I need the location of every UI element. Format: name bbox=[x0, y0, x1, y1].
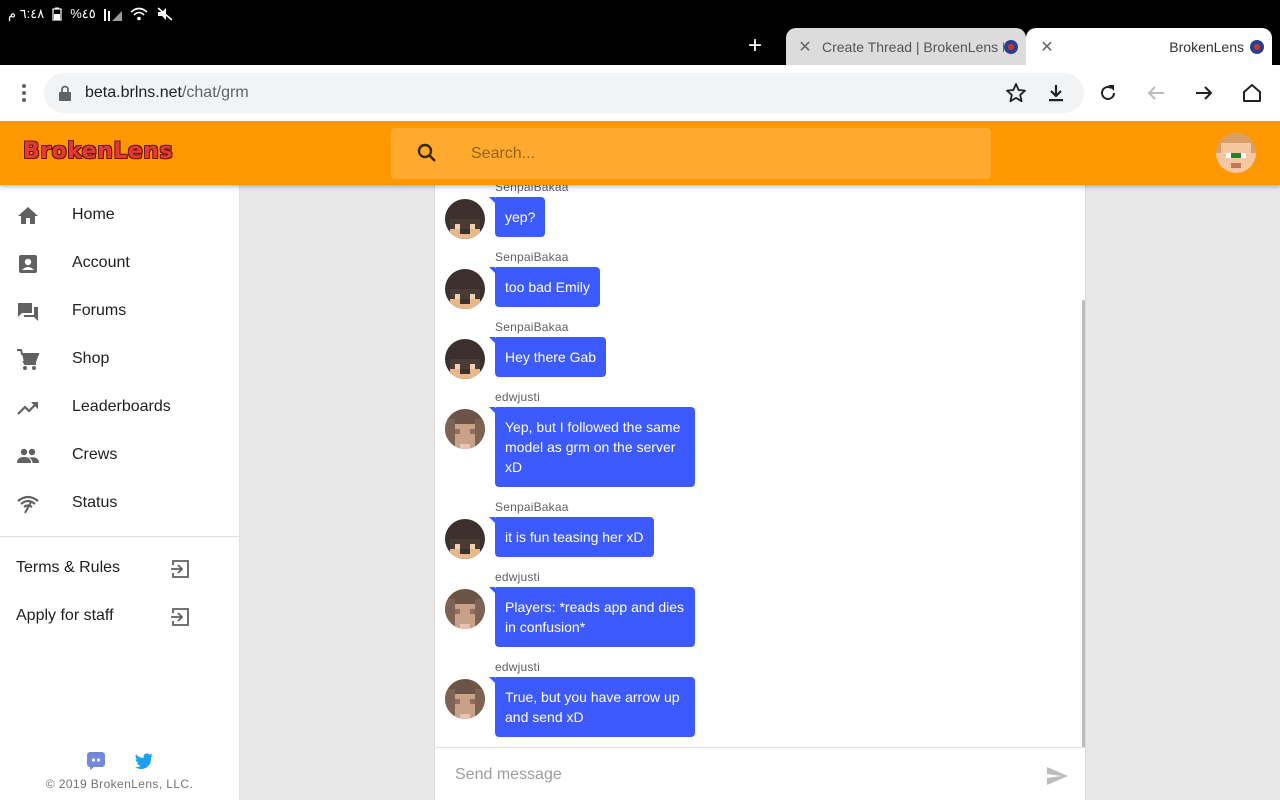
avatar[interactable] bbox=[445, 679, 485, 719]
mute-icon bbox=[156, 7, 174, 21]
trending-icon bbox=[16, 396, 40, 420]
status-time: ٦:٤٨ م bbox=[8, 6, 45, 21]
message-author[interactable]: SenpaiBakaa bbox=[495, 250, 569, 264]
close-icon[interactable]: ✕ bbox=[1036, 37, 1058, 57]
close-icon[interactable]: ✕ bbox=[794, 37, 816, 57]
forward-icon[interactable] bbox=[1192, 81, 1216, 105]
message-input[interactable] bbox=[455, 763, 1015, 787]
favicon-icon bbox=[1004, 39, 1018, 54]
url-domain: beta.brlns.net bbox=[85, 84, 182, 101]
twitter-icon[interactable] bbox=[134, 751, 154, 771]
exit-to-app-icon bbox=[168, 605, 192, 629]
tab-create-thread[interactable]: ✕ Create Thread | BrokenLens Forums bbox=[786, 28, 1026, 65]
sidebar-nav: Home Account Forums Shop Leaderboards Cr… bbox=[0, 185, 240, 800]
new-tab-button[interactable]: + bbox=[742, 34, 768, 60]
chat-scrollbar[interactable] bbox=[1082, 300, 1085, 748]
message-author[interactable]: SenpaiBakaa bbox=[495, 320, 569, 334]
people-icon bbox=[16, 444, 40, 468]
sidebar-item-label: Forums bbox=[72, 302, 127, 319]
search-input[interactable] bbox=[471, 142, 971, 166]
sidebar-item-label: Account bbox=[72, 254, 130, 271]
battery-icon bbox=[52, 7, 62, 21]
sidebar-item-account[interactable]: Account bbox=[0, 240, 239, 288]
browser-tab-strip: + ✕ Create Thread | BrokenLens Forums ✕ … bbox=[0, 28, 1280, 65]
sidebar-item-forums[interactable]: Forums bbox=[0, 288, 239, 336]
address-bar[interactable]: beta.brlns.net/chat/grm bbox=[44, 73, 1084, 113]
tab-title: BrokenLens bbox=[1169, 38, 1244, 55]
sidebar-item-label: Shop bbox=[72, 350, 110, 367]
account-icon bbox=[16, 252, 40, 276]
download-icon[interactable] bbox=[1044, 81, 1068, 105]
exit-to-app-icon bbox=[168, 557, 192, 581]
avatar[interactable] bbox=[445, 269, 485, 309]
sidebar-item-label: Home bbox=[72, 206, 115, 223]
discord-icon[interactable] bbox=[86, 751, 106, 771]
sidebar-item-label: Leaderboards bbox=[72, 398, 171, 415]
apply-staff-link[interactable]: Apply for staff bbox=[0, 593, 239, 641]
user-avatar[interactable] bbox=[1216, 133, 1256, 173]
back-icon[interactable] bbox=[1144, 81, 1168, 105]
send-icon[interactable] bbox=[1045, 764, 1069, 788]
chat-panel: SenpaiBakaa yep? SenpaiBakaa too bad Emi… bbox=[434, 185, 1086, 800]
message-author[interactable]: SenpaiBakaa bbox=[495, 185, 569, 194]
message-bubble: True, but you have arrow up and send xD bbox=[489, 677, 695, 737]
cell-signal-icon bbox=[103, 7, 122, 21]
browser-toolbar: beta.brlns.net/chat/grm bbox=[0, 65, 1280, 121]
system-status-bar: ٦:٤٨ م %٤٥ bbox=[0, 0, 1280, 28]
search-icon bbox=[415, 141, 439, 170]
message-bubble: it is fun teasing her xD bbox=[489, 517, 654, 557]
message-bubble: Players: *reads app and dies in confusio… bbox=[489, 587, 695, 647]
sidebar-item-status[interactable]: Status bbox=[0, 480, 239, 528]
signal-icon bbox=[16, 492, 40, 516]
home-icon bbox=[16, 204, 40, 228]
link-label: Terms & Rules bbox=[16, 559, 121, 576]
tab-brokenlens[interactable]: ✕ BrokenLens bbox=[1026, 28, 1272, 65]
lock-icon bbox=[58, 85, 72, 106]
sidebar-item-label: Crews bbox=[72, 446, 118, 463]
brokenlens-logo[interactable]: BrokenLens bbox=[23, 139, 173, 164]
message-author[interactable]: edwjusti bbox=[495, 570, 540, 584]
sidebar-item-shop[interactable]: Shop bbox=[0, 336, 239, 384]
terms-rules-link[interactable]: Terms & Rules bbox=[0, 545, 239, 593]
more-vert-icon[interactable] bbox=[12, 81, 36, 105]
url-text: beta.brlns.net/chat/grm bbox=[85, 84, 249, 102]
message-bubble: yep? bbox=[488, 197, 546, 237]
message-author[interactable]: edwjusti bbox=[495, 660, 540, 674]
home-browser-icon[interactable] bbox=[1240, 81, 1264, 105]
favicon-icon bbox=[1250, 39, 1264, 54]
tab-title: Create Thread | BrokenLens Forums bbox=[822, 38, 1004, 55]
sidebar-item-crews[interactable]: Crews bbox=[0, 432, 239, 480]
copyright-text: © 2019 BrokenLens, LLC. bbox=[45, 777, 194, 791]
sidebar-item-home[interactable]: Home bbox=[0, 192, 239, 240]
sidebar-item-label: Status bbox=[72, 494, 118, 511]
sidebar-divider bbox=[0, 536, 239, 537]
sidebar-item-leaderboards[interactable]: Leaderboards bbox=[0, 384, 239, 432]
battery-percent: %٤٥ bbox=[70, 6, 96, 21]
avatar[interactable] bbox=[445, 199, 485, 239]
star-icon[interactable] bbox=[1004, 81, 1028, 105]
message-bubble: too bad Emily bbox=[489, 267, 600, 307]
message-author[interactable]: SenpaiBakaa bbox=[495, 500, 569, 514]
wifi-icon bbox=[130, 7, 148, 21]
forum-icon bbox=[16, 300, 40, 324]
reload-icon[interactable] bbox=[1096, 81, 1120, 105]
link-label: Apply for staff bbox=[16, 607, 114, 624]
avatar[interactable] bbox=[445, 589, 485, 629]
url-path: /chat/grm bbox=[181, 84, 249, 101]
avatar[interactable] bbox=[445, 339, 485, 379]
message-bubble: Yep, but I followed the same model as gr… bbox=[489, 407, 695, 487]
avatar[interactable] bbox=[445, 519, 485, 559]
message-composer bbox=[435, 747, 1085, 800]
app-header: BrokenLens bbox=[0, 121, 1280, 185]
avatar[interactable] bbox=[445, 409, 485, 449]
cart-icon bbox=[16, 348, 40, 372]
message-author[interactable]: edwjusti bbox=[495, 390, 540, 404]
search-box[interactable] bbox=[391, 128, 991, 179]
message-bubble: Hey there Gab bbox=[488, 337, 607, 377]
